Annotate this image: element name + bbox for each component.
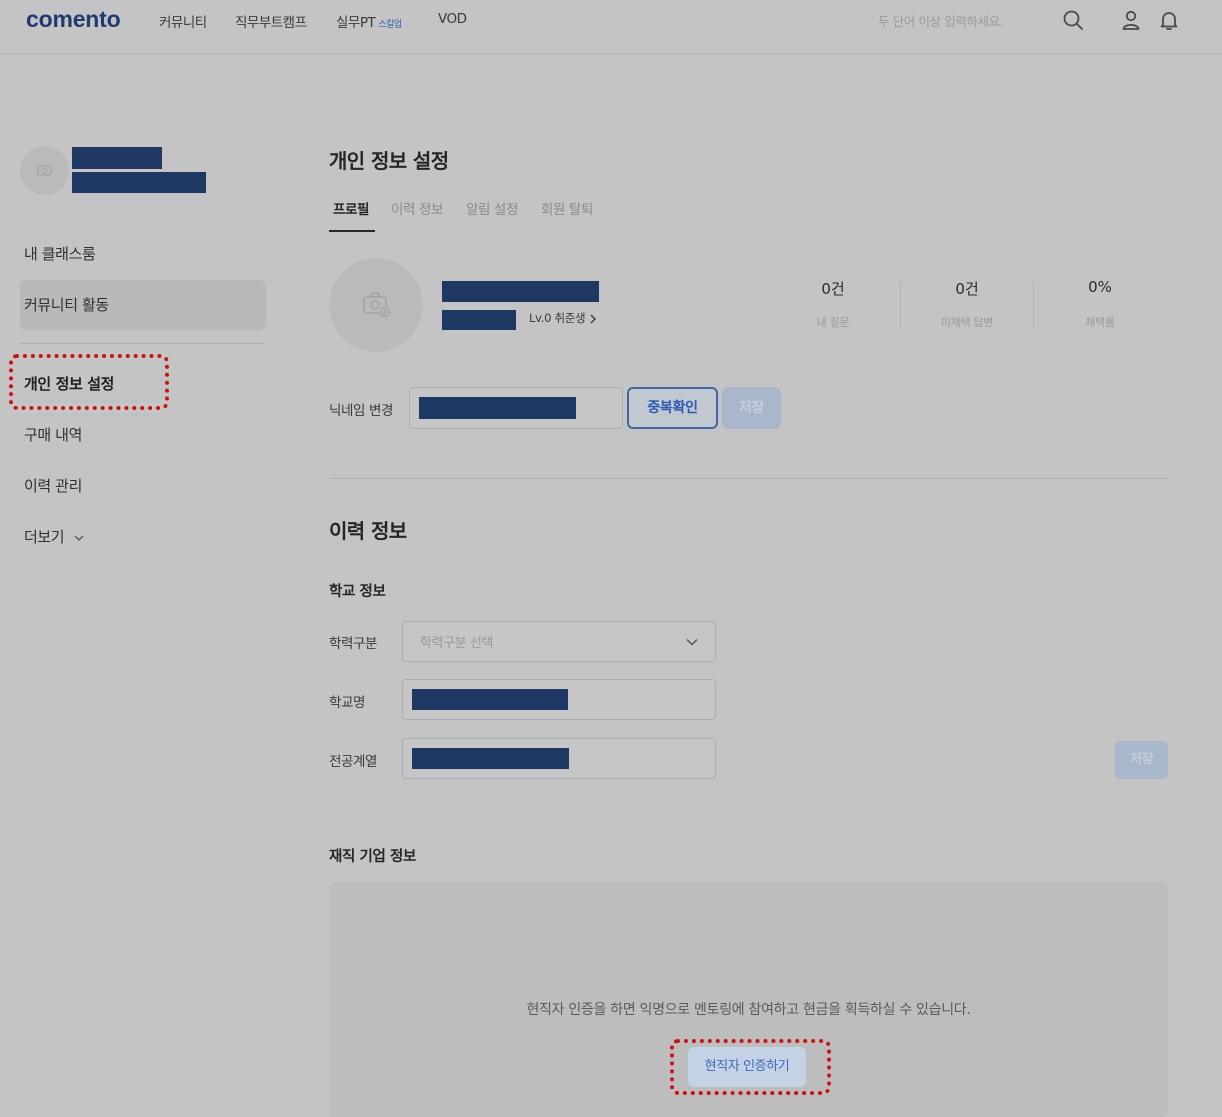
major-label: 전공계열 <box>329 754 378 770</box>
page-title: 개인 정보 설정 <box>329 149 449 173</box>
school-info-title: 학교 정보 <box>329 584 386 600</box>
chevron-down-icon <box>74 535 84 541</box>
level-link-label: Lv.0 취준생 <box>529 311 586 325</box>
school-save-button[interactable]: 저장 <box>1115 741 1168 779</box>
company-verify-message: 현직자 인증을 하면 익명으로 멘토링에 참여하고 현금을 획득하실 수 있습니… <box>526 1002 971 1018</box>
duplicate-check-button[interactable]: 중복확인 <box>627 387 718 429</box>
nickname-label: 닉네임 변경 <box>329 403 393 419</box>
tab-withdraw[interactable]: 회원 탈퇴 <box>541 198 593 218</box>
career-section-title: 이력 정보 <box>329 519 407 543</box>
sidebar-avatar[interactable] <box>20 146 69 195</box>
stat-unaccepted-value: 0건 <box>955 280 979 298</box>
camera-add-icon <box>363 292 391 318</box>
stat-accept-rate-label: 채택률 <box>1085 316 1115 329</box>
user-icon[interactable] <box>1119 8 1143 32</box>
redacted-email <box>72 172 206 193</box>
stat-accept-rate-value: 0% <box>1088 278 1112 296</box>
nav-bootcamp[interactable]: 직무부트캠프 <box>235 11 307 31</box>
redacted-username <box>72 147 162 169</box>
comento-logo[interactable]: comento <box>26 6 121 33</box>
redacted-school-name <box>412 689 568 710</box>
sidebar-item-career[interactable]: 이력 관리 <box>24 475 82 496</box>
redacted-profile-sub <box>442 310 516 330</box>
chevron-down-icon <box>686 638 698 646</box>
highlight-personal-settings <box>9 354 169 410</box>
search-icon[interactable] <box>1061 8 1085 32</box>
company-info-title: 재직 기업 정보 <box>329 849 416 865</box>
stat-questions-value: 0건 <box>821 280 845 298</box>
stat-questions-label: 내 질문 <box>816 316 850 329</box>
redacted-nickname <box>419 397 576 419</box>
chevron-right-icon <box>590 314 596 323</box>
stat-unaccepted-label: 미채택 답변 <box>940 316 994 329</box>
nav-skillup-tag: 스킬업 <box>378 20 402 30</box>
nickname-save-button[interactable]: 저장 <box>722 387 781 429</box>
sidebar-item-community[interactable]: 커뮤니티 활동 <box>24 294 109 315</box>
search-input[interactable]: 두 단어 이상 입력하세요. <box>878 11 1004 30</box>
nav-practice-pt-label: 실무PT <box>336 15 376 31</box>
redacted-profile-name <box>442 281 599 302</box>
section-divider <box>329 478 1168 479</box>
highlight-verify-button <box>670 1039 831 1095</box>
level-link[interactable]: Lv.0 취준생 <box>529 310 597 326</box>
degree-select-placeholder: 학력구분 선택 <box>420 636 494 651</box>
tab-notifications[interactable]: 알림 설정 <box>466 198 518 218</box>
sidebar-item-purchases[interactable]: 구매 내역 <box>24 424 82 445</box>
camera-icon <box>37 165 52 176</box>
tab-profile[interactable]: 프로필 <box>333 198 369 218</box>
sidebar-divider <box>20 343 266 344</box>
profile-avatar[interactable] <box>329 258 423 352</box>
tab-active-underline <box>329 230 375 232</box>
sidebar-more-label: 더보기 <box>24 528 65 546</box>
degree-label: 학력구분 <box>329 636 378 652</box>
nav-practice-pt[interactable]: 실무PT 스킬업 <box>336 11 402 31</box>
school-name-label: 학교명 <box>329 695 366 711</box>
redacted-major <box>412 748 569 769</box>
tab-career[interactable]: 이력 정보 <box>391 198 443 218</box>
nav-vod[interactable]: VOD <box>438 11 467 27</box>
top-header: comento 커뮤니티 직무부트캠프 실무PT 스킬업 VOD 두 단어 이상 … <box>0 0 1222 54</box>
nav-community[interactable]: 커뮤니티 <box>159 11 207 31</box>
sidebar-item-more[interactable]: 더보기 <box>24 526 85 547</box>
bell-icon[interactable] <box>1157 8 1181 32</box>
sidebar-item-classroom[interactable]: 내 클래스룸 <box>24 243 96 264</box>
